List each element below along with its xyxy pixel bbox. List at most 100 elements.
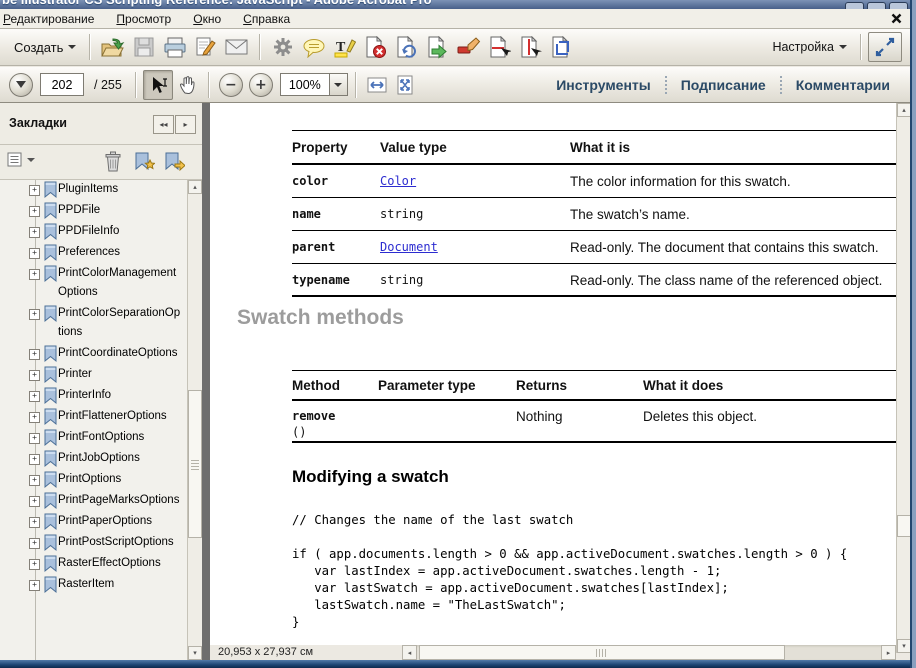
extract-pages-button[interactable] — [422, 32, 453, 62]
scrollbar-thumb[interactable] — [897, 515, 911, 537]
document-vscrollbar[interactable]: ▴ ▾ — [896, 103, 910, 653]
zoom-dropdown-button[interactable] — [330, 73, 348, 96]
bookmarks-scrollbar[interactable]: ▴ ▾ — [187, 180, 202, 660]
expand-plus-icon[interactable]: + — [29, 370, 40, 381]
tab-sign[interactable]: Подписание — [667, 77, 780, 93]
bookmark-item[interactable]: +PrintColorManagementOptions — [0, 264, 187, 304]
menu-view[interactable]: Просмотр — [105, 10, 182, 28]
expand-plus-icon[interactable]: + — [29, 517, 40, 528]
expand-plus-icon[interactable]: + — [29, 412, 40, 423]
bookmark-item[interactable]: +RasterEffectOptions — [0, 554, 187, 575]
fullscreen-button[interactable] — [868, 32, 902, 62]
delete-bookmark-button[interactable] — [104, 151, 122, 172]
expand-plus-icon[interactable]: + — [29, 580, 40, 591]
page-down-button[interactable] — [9, 73, 33, 97]
bookmark-item[interactable]: +PrintFontOptions — [0, 428, 187, 449]
expand-plus-icon[interactable]: + — [29, 309, 40, 320]
highlight-text-button[interactable]: T — [329, 32, 360, 62]
scroll-up-button[interactable]: ▴ — [188, 180, 202, 194]
tab-tools[interactable]: Инструменты — [542, 77, 665, 93]
document-close-button[interactable] — [890, 12, 903, 25]
expand-plus-icon[interactable]: + — [29, 227, 40, 238]
expand-plus-icon[interactable]: + — [29, 206, 40, 217]
bookmark-item[interactable]: +PrintPaperOptions — [0, 512, 187, 533]
close-button[interactable] — [889, 2, 908, 9]
zoom-out-button[interactable]: − — [219, 73, 243, 97]
redact-button[interactable] — [453, 32, 484, 62]
expand-plus-icon[interactable]: + — [29, 454, 40, 465]
fit-page-button[interactable] — [391, 71, 419, 99]
zoom-in-button[interactable]: + — [249, 73, 273, 97]
page-number-input[interactable] — [40, 73, 84, 96]
scrollbar-thumb[interactable] — [188, 390, 202, 538]
bookmark-item[interactable]: +PrintFlattenerOptions — [0, 407, 187, 428]
rotate-pages-button[interactable] — [391, 32, 422, 62]
open-file-button[interactable] — [97, 32, 128, 62]
acrobat-window: be Illustrator CS Scripting Reference: J… — [0, 0, 916, 668]
scroll-right-button[interactable]: ▸ — [881, 645, 896, 660]
bookmark-item[interactable]: +PrinterInfo — [0, 386, 187, 407]
expand-plus-icon[interactable]: + — [29, 391, 40, 402]
open-folder-icon — [100, 36, 125, 59]
scroll-up-button[interactable]: ▴ — [897, 103, 911, 117]
bookmark-item[interactable]: +PrintJobOptions — [0, 449, 187, 470]
menu-help[interactable]: Справка — [232, 10, 301, 28]
scrollbar-thumb[interactable] — [419, 645, 785, 660]
new-bookmark-button[interactable] — [133, 151, 155, 172]
expand-panel-button[interactable]: ▸ — [175, 115, 196, 134]
color-link[interactable]: Color — [380, 174, 416, 188]
crop-pages-button[interactable] — [546, 32, 577, 62]
insert-blank-page-button[interactable] — [484, 32, 515, 62]
bookmark-item[interactable]: +PluginItems — [0, 180, 187, 201]
expand-plus-icon[interactable]: + — [29, 496, 40, 507]
expand-plus-icon[interactable]: + — [29, 475, 40, 486]
bookmark-item[interactable]: +PrintColorSeparationOptions — [0, 304, 187, 344]
scroll-down-button[interactable]: ▾ — [188, 646, 202, 660]
zoom-level-input[interactable] — [280, 73, 330, 96]
toolbar-separator — [135, 72, 136, 98]
menu-window[interactable]: Окно — [182, 10, 232, 28]
collapse-panel-button[interactable]: ◂◂ — [153, 115, 174, 134]
customize-button[interactable]: Настройка — [766, 36, 853, 58]
expand-plus-icon[interactable]: + — [29, 538, 40, 549]
select-tool-button[interactable] — [143, 70, 173, 100]
scroll-down-button[interactable]: ▾ — [897, 639, 911, 653]
maximize-button[interactable] — [867, 2, 886, 9]
sign-document-button[interactable] — [190, 32, 221, 62]
bookmark-item[interactable]: +PrintOptions — [0, 470, 187, 491]
scroll-left-button[interactable]: ◂ — [402, 645, 417, 660]
delete-pages-button[interactable] — [360, 32, 391, 62]
bookmark-item[interactable]: +PrintCoordinateOptions — [0, 344, 187, 365]
menu-edit[interactable]: Редактирование — [0, 10, 105, 28]
bookmark-item[interactable]: +RasterItem — [0, 575, 187, 596]
tab-comments[interactable]: Комментарии — [782, 77, 904, 93]
document-link[interactable]: Document — [380, 240, 438, 254]
print-button[interactable] — [159, 32, 190, 62]
bookmark-options-button[interactable] — [7, 151, 35, 168]
bookmark-item[interactable]: +Preferences — [0, 243, 187, 264]
split-document-button[interactable] — [515, 32, 546, 62]
expand-plus-icon[interactable]: + — [29, 559, 40, 570]
hand-tool-button[interactable] — [173, 71, 201, 99]
bookmark-item[interactable]: +Printer — [0, 365, 187, 386]
save-file-button[interactable] — [128, 32, 159, 62]
bookmark-item[interactable]: +PPDFile — [0, 201, 187, 222]
create-button[interactable]: Создать — [8, 36, 82, 59]
goto-bookmark-button[interactable] — [163, 151, 185, 172]
bookmark-item[interactable]: +PPDFileInfo — [0, 222, 187, 243]
panel-resize-divider[interactable] — [202, 103, 210, 660]
bookmark-item[interactable]: +PrintPostScriptOptions — [0, 533, 187, 554]
sticky-note-button[interactable] — [298, 32, 329, 62]
fit-width-button[interactable] — [363, 71, 391, 99]
send-email-button[interactable] — [221, 32, 252, 62]
minimize-button[interactable] — [845, 2, 864, 9]
expand-plus-icon[interactable]: + — [29, 433, 40, 444]
bookmark-item[interactable]: +PrintPageMarksOptions — [0, 491, 187, 512]
expand-plus-icon[interactable]: + — [29, 349, 40, 360]
document-hscrollbar[interactable]: ◂ ▸ — [402, 645, 896, 660]
expand-plus-icon[interactable]: + — [29, 248, 40, 259]
settings-gear-button[interactable] — [267, 32, 298, 62]
expand-plus-icon[interactable]: + — [29, 185, 40, 196]
expand-plus-icon[interactable]: + — [29, 269, 40, 280]
panel-tabs: Инструменты Подписание Комментарии — [542, 76, 904, 94]
